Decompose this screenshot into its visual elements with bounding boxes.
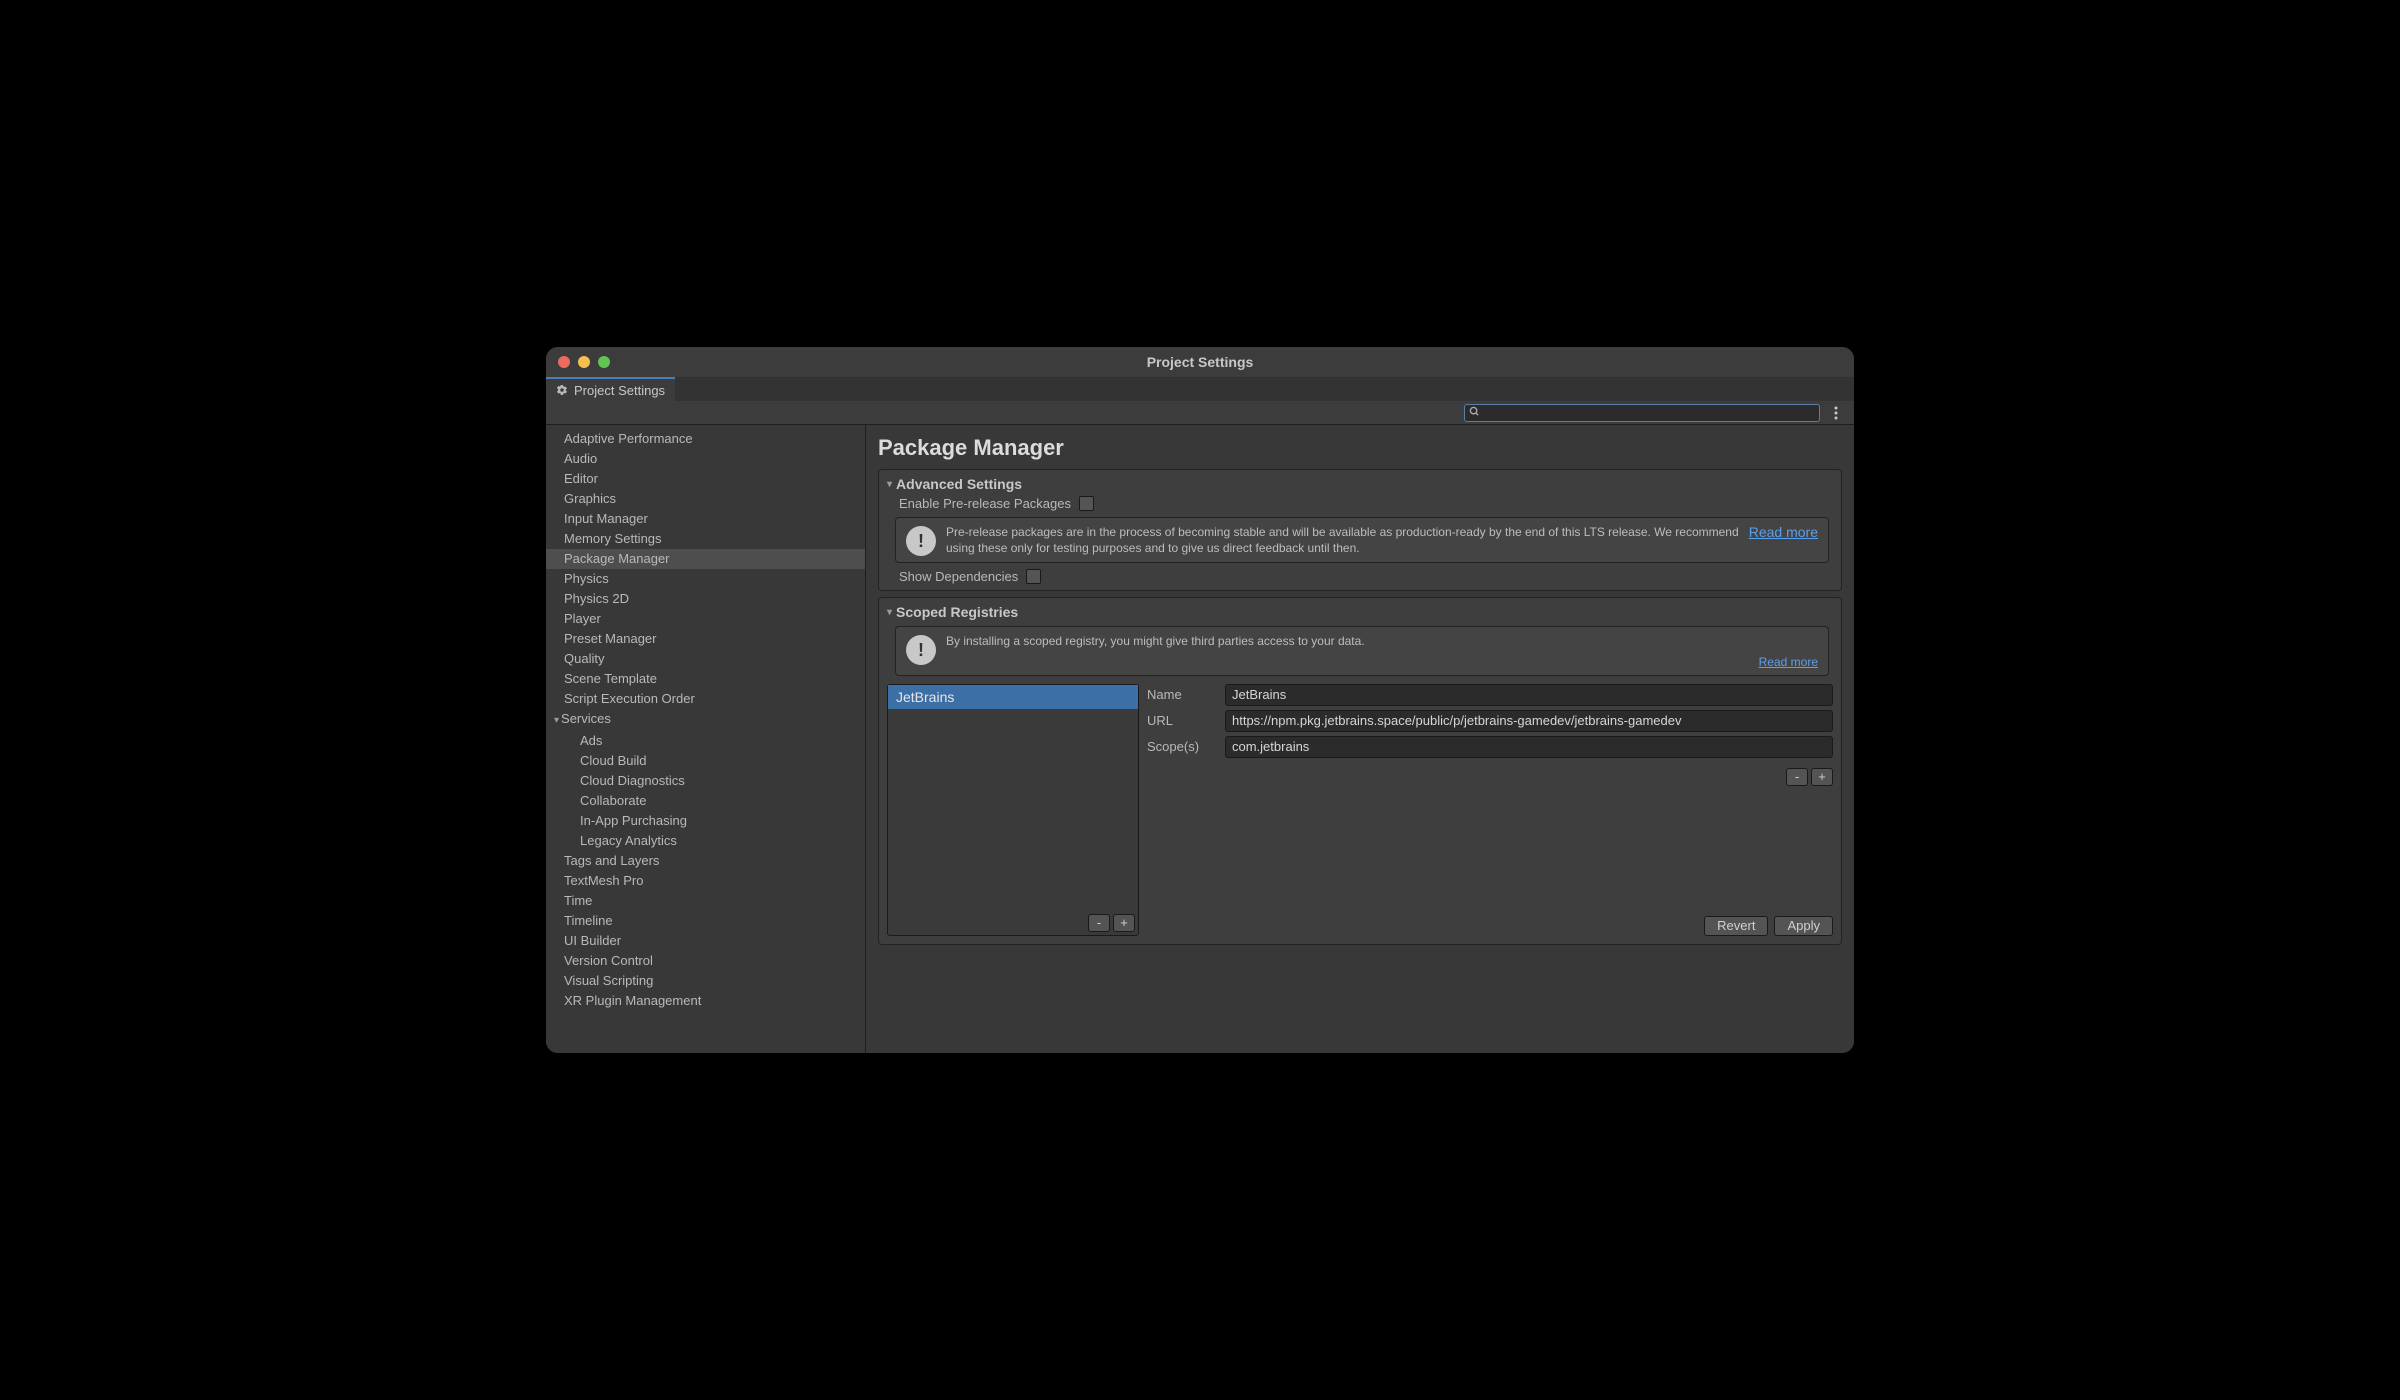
minimize-window-button[interactable] <box>578 356 590 368</box>
sidebar-item-cloud-build[interactable]: Cloud Build <box>546 751 865 771</box>
sidebar-item-timeline[interactable]: Timeline <box>546 911 865 931</box>
revert-button[interactable]: Revert <box>1704 916 1768 936</box>
sidebar-item-editor[interactable]: Editor <box>546 469 865 489</box>
search-field[interactable] <box>1464 404 1820 422</box>
search-icon <box>1469 406 1480 420</box>
scoped-registries-header[interactable]: Scoped Registries <box>879 602 1841 622</box>
sidebar-item-memory-settings[interactable]: Memory Settings <box>546 529 865 549</box>
registry-scopes-label: Scope(s) <box>1147 739 1225 754</box>
page-title: Package Manager <box>878 435 1842 461</box>
sidebar-item-version-control[interactable]: Version Control <box>546 951 865 971</box>
window-controls <box>558 356 610 368</box>
scoped-warning-text: By installing a scoped registry, you mig… <box>946 633 1818 649</box>
sidebar-item-adaptive-performance[interactable]: Adaptive Performance <box>546 429 865 449</box>
apply-button[interactable]: Apply <box>1774 916 1833 936</box>
registry-scope-input[interactable] <box>1225 736 1833 758</box>
registry-list: JetBrains - + <box>887 684 1139 936</box>
sidebar-item-input-manager[interactable]: Input Manager <box>546 509 865 529</box>
tab-project-settings[interactable]: Project Settings <box>546 377 675 401</box>
sidebar-item-scene-template[interactable]: Scene Template <box>546 669 865 689</box>
titlebar: Project Settings <box>546 347 1854 377</box>
registry-name-label: Name <box>1147 687 1225 702</box>
show-dependencies-checkbox[interactable] <box>1026 569 1041 584</box>
registry-list-item[interactable]: JetBrains <box>888 685 1138 709</box>
registry-url-input[interactable] <box>1225 710 1833 732</box>
close-window-button[interactable] <box>558 356 570 368</box>
sidebar-item-tags-and-layers[interactable]: Tags and Layers <box>546 851 865 871</box>
show-dependencies-row: Show Dependencies <box>879 567 1841 586</box>
sidebar-item-quality[interactable]: Quality <box>546 649 865 669</box>
add-scope-button[interactable]: + <box>1811 768 1833 786</box>
scoped-warning-box: ! By installing a scoped registry, you m… <box>895 626 1829 675</box>
prerelease-info-box: ! Pre-release packages are in the proces… <box>895 517 1829 563</box>
prerelease-read-more-link[interactable]: Read more <box>1749 524 1818 540</box>
sidebar-item-services[interactable]: Services <box>546 709 865 731</box>
remove-scope-button[interactable]: - <box>1786 768 1808 786</box>
sidebar-item-xr-plugin-management[interactable]: XR Plugin Management <box>546 991 865 1011</box>
sidebar-item-physics-2d[interactable]: Physics 2D <box>546 589 865 609</box>
advanced-settings-panel: Advanced Settings Enable Pre-release Pac… <box>878 469 1842 591</box>
gear-icon <box>556 384 568 396</box>
remove-registry-button[interactable]: - <box>1088 914 1110 932</box>
sidebar-item-package-manager[interactable]: Package Manager <box>546 549 865 569</box>
sidebar-item-legacy-analytics[interactable]: Legacy Analytics <box>546 831 865 851</box>
registry-url-label: URL <box>1147 713 1225 728</box>
maximize-window-button[interactable] <box>598 356 610 368</box>
sidebar-item-preset-manager[interactable]: Preset Manager <box>546 629 865 649</box>
registry-form: Name URL Scope(s) - + <box>1147 684 1833 936</box>
sidebar-item-audio[interactable]: Audio <box>546 449 865 469</box>
sidebar-item-time[interactable]: Time <box>546 891 865 911</box>
sidebar-item-in-app-purchasing[interactable]: In-App Purchasing <box>546 811 865 831</box>
enable-prerelease-row: Enable Pre-release Packages <box>879 494 1841 513</box>
main-content: Package Manager Advanced Settings Enable… <box>866 425 1854 1053</box>
prerelease-info-text: Pre-release packages are in the process … <box>946 524 1739 556</box>
kebab-menu-button[interactable] <box>1826 404 1846 422</box>
search-input[interactable] <box>1484 406 1815 420</box>
sidebar-item-player[interactable]: Player <box>546 609 865 629</box>
enable-prerelease-checkbox[interactable] <box>1079 496 1094 511</box>
advanced-settings-header[interactable]: Advanced Settings <box>879 474 1841 494</box>
scoped-read-more-link[interactable]: Read more <box>1759 655 1818 669</box>
sidebar-item-textmesh-pro[interactable]: TextMesh Pro <box>546 871 865 891</box>
tab-label: Project Settings <box>574 383 665 398</box>
window-title: Project Settings <box>546 354 1854 370</box>
tab-bar: Project Settings <box>546 377 1854 401</box>
scoped-registries-panel: Scoped Registries ! By installing a scop… <box>878 597 1842 944</box>
enable-prerelease-label: Enable Pre-release Packages <box>899 496 1071 511</box>
show-dependencies-label: Show Dependencies <box>899 569 1018 584</box>
sidebar-item-graphics[interactable]: Graphics <box>546 489 865 509</box>
info-icon: ! <box>906 526 936 556</box>
toolbar <box>546 401 1854 425</box>
sidebar-item-ui-builder[interactable]: UI Builder <box>546 931 865 951</box>
sidebar-item-physics[interactable]: Physics <box>546 569 865 589</box>
project-settings-window: Project Settings Project Settings Adapti… <box>546 347 1854 1053</box>
sidebar-item-cloud-diagnostics[interactable]: Cloud Diagnostics <box>546 771 865 791</box>
sidebar-item-ads[interactable]: Ads <box>546 731 865 751</box>
settings-sidebar: Adaptive PerformanceAudioEditorGraphicsI… <box>546 425 866 1053</box>
sidebar-item-collaborate[interactable]: Collaborate <box>546 791 865 811</box>
sidebar-item-visual-scripting[interactable]: Visual Scripting <box>546 971 865 991</box>
add-registry-button[interactable]: + <box>1113 914 1135 932</box>
registry-name-input[interactable] <box>1225 684 1833 706</box>
sidebar-item-script-execution-order[interactable]: Script Execution Order <box>546 689 865 709</box>
info-icon: ! <box>906 635 936 665</box>
